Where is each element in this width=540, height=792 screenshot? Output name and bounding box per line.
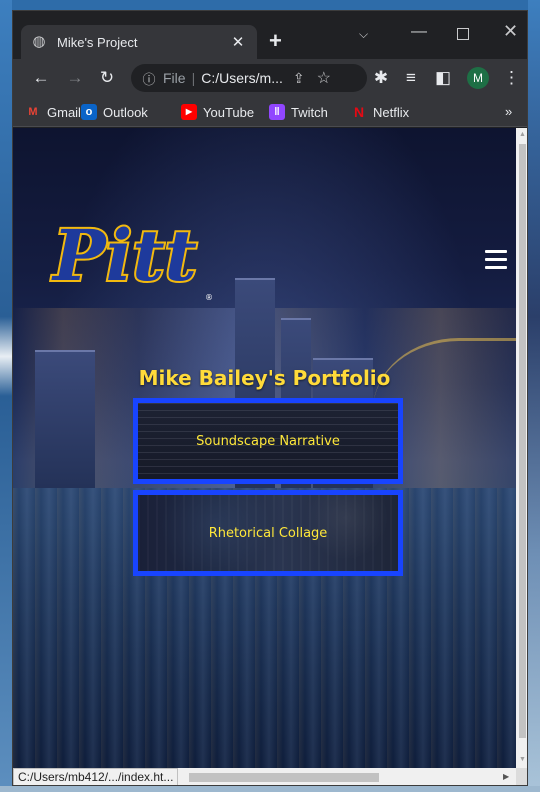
desktop-background-left <box>0 0 12 792</box>
bookmark-star-icon[interactable]: ☆ <box>317 68 331 88</box>
status-bubble: C:/Users/mb412/.../index.ht... <box>13 768 179 785</box>
twitch-icon: ‖ <box>269 104 285 120</box>
logo-text: Pitt <box>51 214 197 297</box>
bookmark-outlook[interactable]: o Outlook <box>81 104 148 120</box>
bookmark-label: YouTube <box>203 104 255 120</box>
browser-toolbar: ← → ↻ ⓘ File | C:/Users/m... ⇪ ☆ ✱ ≡ ◧ M… <box>13 59 527 97</box>
url-text[interactable]: C:/Users/m... <box>201 70 283 86</box>
bookmarks-overflow-button[interactable]: » <box>505 104 512 119</box>
bookmark-netflix[interactable]: N Netflix <box>351 104 409 120</box>
desktop-background-top <box>0 0 540 10</box>
desktop-background-bottom <box>0 786 540 792</box>
close-window-button[interactable]: ✕ <box>503 22 518 40</box>
registered-mark: ® <box>205 293 213 302</box>
scheme-label: File <box>163 70 186 86</box>
bookmark-label: Outlook <box>103 104 148 120</box>
outlook-icon: o <box>81 104 97 120</box>
forward-button[interactable]: → <box>65 68 85 88</box>
kebab-menu-icon[interactable]: ⋮ <box>503 68 520 88</box>
hamburger-menu-icon[interactable] <box>485 250 507 270</box>
bookmark-twitch[interactable]: ‖ Twitch <box>269 104 328 120</box>
bookmark-label: Netflix <box>373 104 410 120</box>
scroll-right-icon[interactable]: ▶ <box>503 772 509 781</box>
omnibox-separator: | <box>191 70 196 86</box>
media-control-icon[interactable]: ≡ <box>401 68 421 88</box>
share-icon[interactable]: ⇪ <box>293 70 305 87</box>
youtube-icon: ▶ <box>181 104 197 120</box>
page-title: Mike Bailey's Portfolio <box>138 366 391 390</box>
bookmark-youtube[interactable]: ▶ YouTube <box>181 104 254 120</box>
title-bar: ◍ Mike's Project ✕ + ⌵ — ✕ <box>13 11 527 59</box>
scroll-up-icon[interactable]: ▲ <box>519 131 526 138</box>
address-bar[interactable]: ⓘ File | C:/Users/m... ⇪ ☆ <box>131 64 367 92</box>
horizontal-scroll-thumb[interactable] <box>189 773 379 782</box>
browser-window: ◍ Mike's Project ✕ + ⌵ — ✕ ← → ↻ ⓘ File … <box>12 10 528 786</box>
tab-title: Mike's Project <box>57 34 138 50</box>
scroll-down-icon[interactable]: ▼ <box>519 756 526 763</box>
card-label: Soundscape Narrative <box>196 433 340 449</box>
back-button[interactable]: ← <box>31 68 51 88</box>
maximize-button[interactable] <box>457 28 469 40</box>
bookmark-label: Gmail <box>47 104 81 120</box>
vertical-scroll-thumb[interactable] <box>519 144 526 738</box>
bookmark-gmail[interactable]: M Gmail <box>25 104 81 120</box>
info-icon[interactable]: ⓘ <box>141 69 157 88</box>
profile-avatar[interactable]: M <box>467 67 489 89</box>
vertical-scrollbar[interactable]: ▲ ▼ <box>516 128 527 768</box>
globe-icon: ◍ <box>32 33 46 50</box>
card-rhetorical-collage[interactable]: Rhetorical Collage <box>133 490 403 576</box>
extensions-puzzle-icon[interactable]: ✱ <box>371 68 391 88</box>
browser-tab[interactable]: ◍ Mike's Project ✕ <box>21 25 257 59</box>
pitt-logo: Pitt ® <box>49 212 213 302</box>
bookmark-label: Twitch <box>291 104 328 120</box>
tab-close-icon[interactable]: ✕ <box>229 33 247 51</box>
new-tab-button[interactable]: + <box>269 30 282 52</box>
tab-search-chevron-icon[interactable]: ⌵ <box>359 25 368 43</box>
side-panel-icon[interactable]: ◧ <box>433 68 453 88</box>
card-label: Rhetorical Collage <box>208 525 328 541</box>
bookmarks-bar: M Gmail o Outlook ▶ YouTube ‖ Twitch N N… <box>13 97 527 127</box>
page-viewport: Pitt ® Mike Bailey's Portfolio Soundscap… <box>13 128 516 768</box>
card-soundscape-narrative[interactable]: Soundscape Narrative <box>133 398 403 484</box>
reload-button[interactable]: ↻ <box>97 68 117 88</box>
minimize-button[interactable]: — <box>411 23 427 41</box>
scrollbar-corner <box>516 768 527 785</box>
netflix-icon: N <box>353 104 365 120</box>
desktop-background-right <box>528 0 540 792</box>
gmail-icon: M <box>28 106 38 118</box>
